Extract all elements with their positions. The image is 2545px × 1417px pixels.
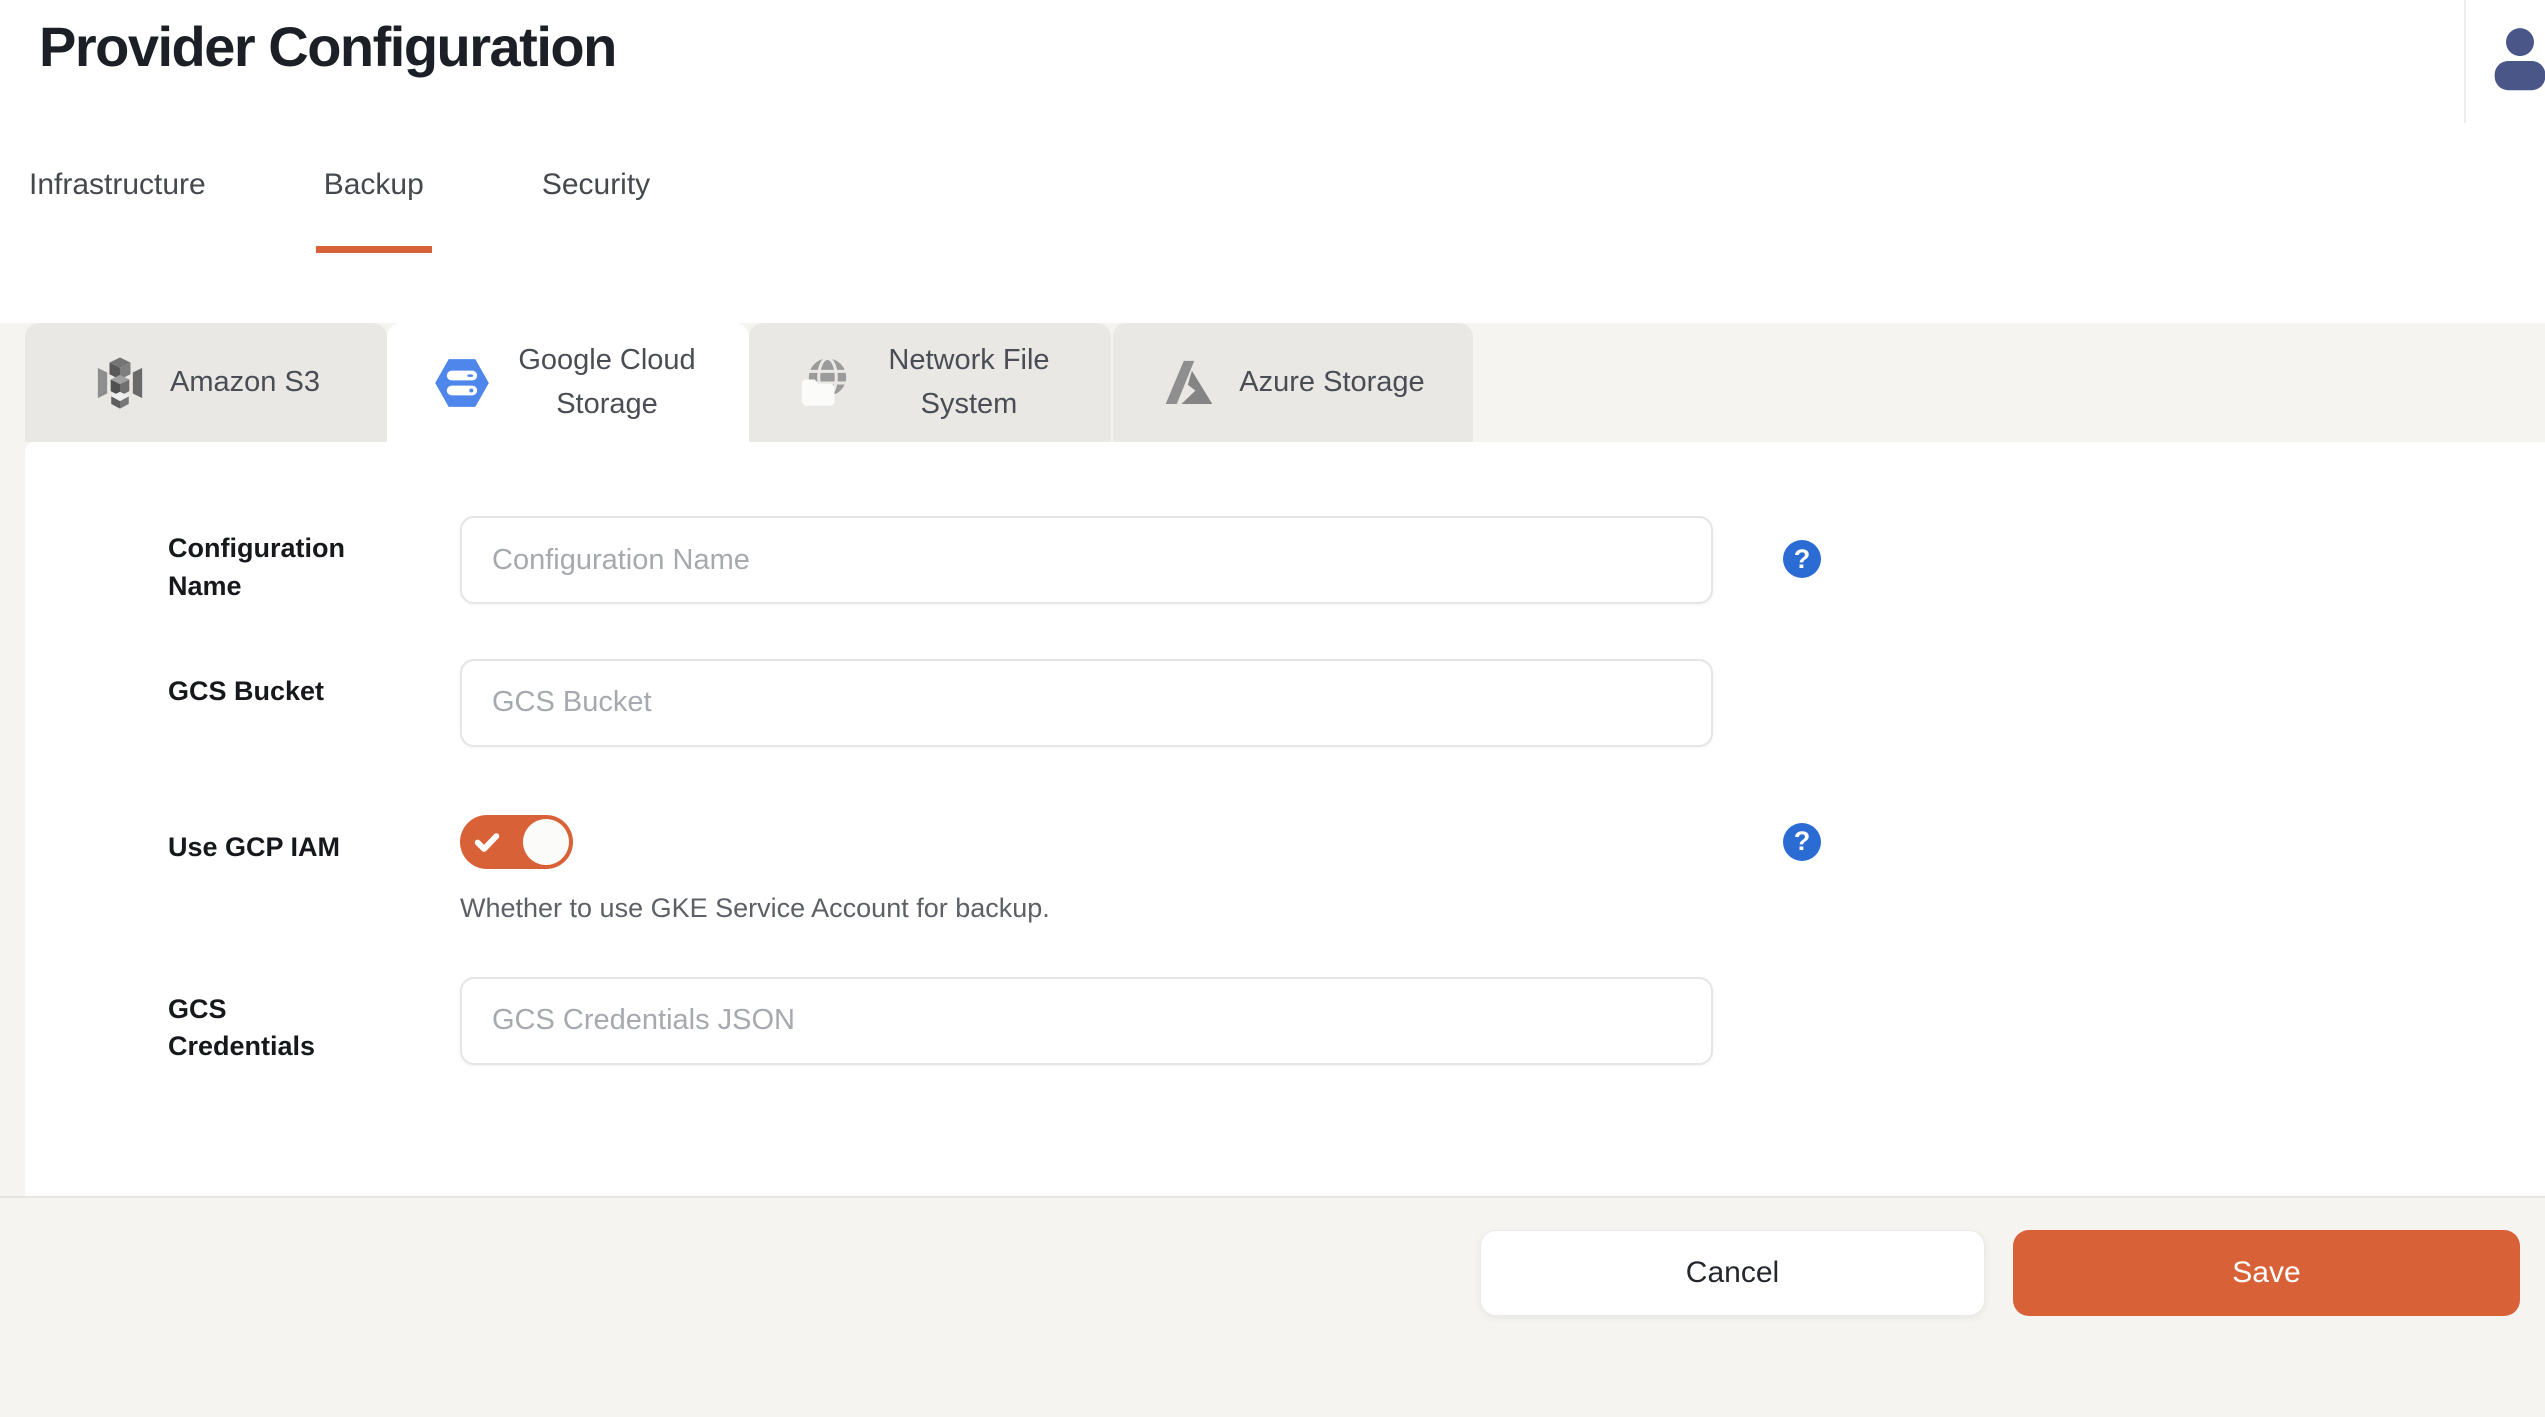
- main-nav-tabs: Infrastructure Backup Security: [21, 123, 658, 253]
- gcs-bucket-row: GCS Bucket: [168, 659, 2545, 747]
- provider-tab-google-cloud-storage[interactable]: Google Cloud Storage: [387, 323, 749, 442]
- tab-security[interactable]: Security: [534, 123, 658, 253]
- tab-infrastructure[interactable]: Infrastructure: [21, 123, 214, 253]
- use-gcp-iam-toggle[interactable]: [460, 815, 573, 869]
- provider-tab-azure-storage[interactable]: Azure Storage: [1111, 323, 1473, 442]
- configuration-name-label: Configuration Name: [168, 516, 460, 606]
- gcs-bucket-input[interactable]: [460, 659, 1713, 747]
- gcs-credentials-label: GCS Credentials: [168, 977, 460, 1067]
- help-icon[interactable]: ?: [1783, 823, 1821, 861]
- content-area: Amazon S3 Google Cloud Storage: [0, 323, 2545, 1417]
- provider-tab-label: Google Cloud Storage: [512, 339, 702, 426]
- configuration-name-input[interactable]: [460, 516, 1713, 604]
- provider-tab-network-file-system[interactable]: Network File System: [749, 323, 1111, 442]
- provider-config-panel: Configuration Name ? GCS Bucket Use GCP …: [25, 442, 2545, 1196]
- help-icon[interactable]: ?: [1783, 540, 1821, 578]
- cancel-button[interactable]: Cancel: [1480, 1230, 1985, 1316]
- footer-actions: Cancel Save: [0, 1196, 2545, 1347]
- google-cloud-storage-icon: [434, 355, 490, 411]
- header-divider: [2464, 0, 2466, 123]
- tab-backup[interactable]: Backup: [316, 123, 432, 253]
- app-header: Provider Configuration Infrastructure Ba…: [0, 0, 2545, 253]
- toggle-knob: [523, 819, 569, 865]
- gcs-credentials-row: GCS Credentials: [168, 977, 2545, 1067]
- provider-tab-label: Amazon S3: [170, 361, 320, 405]
- network-file-system-icon: [796, 355, 852, 411]
- use-gcp-iam-row: Use GCP IAM Whether to use GKE Service A…: [168, 815, 2545, 924]
- gcs-bucket-label: GCS Bucket: [168, 659, 460, 711]
- use-gcp-iam-helper-text: Whether to use GKE Service Account for b…: [460, 893, 1713, 924]
- provider-tabs: Amazon S3 Google Cloud Storage: [25, 323, 2545, 442]
- configuration-name-row: Configuration Name ?: [168, 516, 2545, 606]
- provider-tab-label: Network File System: [874, 339, 1064, 426]
- user-icon[interactable]: [2481, 20, 2545, 98]
- use-gcp-iam-label: Use GCP IAM: [168, 815, 460, 867]
- page-title: Provider Configuration: [39, 14, 616, 79]
- question-mark-glyph: ?: [1794, 544, 1811, 575]
- amazon-s3-icon: [92, 355, 148, 411]
- provider-tab-label: Azure Storage: [1239, 361, 1424, 405]
- save-button[interactable]: Save: [2013, 1230, 2520, 1316]
- question-mark-glyph: ?: [1794, 826, 1811, 857]
- provider-tab-amazon-s3[interactable]: Amazon S3: [25, 323, 387, 442]
- check-icon: [473, 828, 501, 856]
- gcs-credentials-input[interactable]: [460, 977, 1713, 1065]
- azure-storage-icon: [1161, 355, 1217, 411]
